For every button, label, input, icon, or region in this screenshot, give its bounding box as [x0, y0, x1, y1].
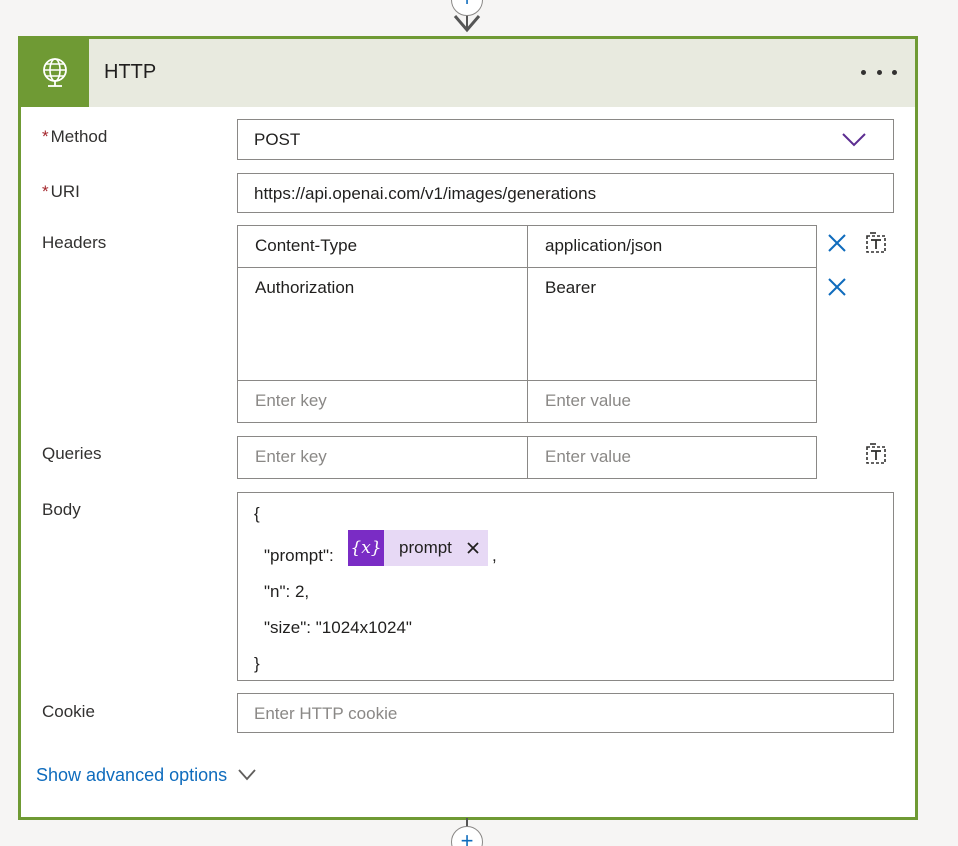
cookie-label: Cookie: [42, 702, 95, 721]
globe-icon: [21, 39, 89, 107]
uri-label: * URI: [42, 182, 80, 201]
body-close-brace: }: [254, 654, 260, 673]
body-prompt-key: "prompt":: [264, 546, 334, 565]
http-action-card: HTTP * Method POST * URI https://api.opena…: [18, 36, 918, 820]
card-title: HTTP: [104, 61, 157, 83]
add-step-button-bottom[interactable]: +: [451, 826, 483, 846]
token-label: prompt: [399, 538, 452, 557]
query-value-input[interactable]: Enter value: [527, 436, 817, 479]
uri-value: https://api.openai.com/v1/images/generat…: [254, 184, 597, 203]
header-value-input[interactable]: application/json: [527, 225, 817, 268]
body-label: Body: [42, 500, 81, 519]
method-value: POST: [254, 130, 301, 149]
switch-to-text-mode-icon[interactable]: [864, 231, 888, 255]
header-value-input[interactable]: Bearer: [527, 267, 817, 381]
variable-icon: {x}: [348, 530, 384, 566]
chevron-down-icon[interactable]: [237, 768, 257, 782]
delete-header-icon[interactable]: [826, 276, 848, 298]
body-editor[interactable]: { "prompt": {x} prompt , "n": 2, "size":…: [237, 492, 894, 681]
body-open-brace: {: [254, 504, 260, 523]
more-options-icon[interactable]: [861, 57, 897, 87]
query-key-input[interactable]: Enter key: [237, 436, 528, 479]
method-dropdown[interactable]: POST: [237, 119, 894, 160]
new-header-key-input[interactable]: Enter key: [237, 380, 528, 423]
uri-input[interactable]: https://api.openai.com/v1/images/generat…: [237, 173, 894, 213]
prompt-variable-token[interactable]: {x} prompt: [348, 530, 488, 566]
body-comma: ,: [492, 546, 497, 565]
queries-label: Queries: [42, 444, 102, 463]
chevron-down-icon: [842, 133, 866, 147]
body-size-line: "size": "1024x1024": [264, 618, 412, 637]
new-header-value-input[interactable]: Enter value: [527, 380, 817, 423]
header-key-input[interactable]: Content-Type: [237, 225, 528, 268]
arrow-down-icon: [453, 15, 481, 33]
headers-label: Headers: [42, 233, 107, 252]
header-key-input[interactable]: Authorization: [237, 267, 528, 381]
remove-token-icon[interactable]: [466, 541, 480, 555]
show-advanced-options-link[interactable]: Show advanced options: [36, 765, 227, 786]
card-header[interactable]: HTTP: [21, 39, 915, 107]
method-label: * Method: [42, 127, 108, 146]
delete-header-icon[interactable]: [826, 232, 848, 254]
cookie-input[interactable]: Enter HTTP cookie: [237, 693, 894, 733]
body-n-line: "n": 2,: [264, 582, 310, 601]
switch-to-text-mode-icon[interactable]: [864, 442, 888, 466]
